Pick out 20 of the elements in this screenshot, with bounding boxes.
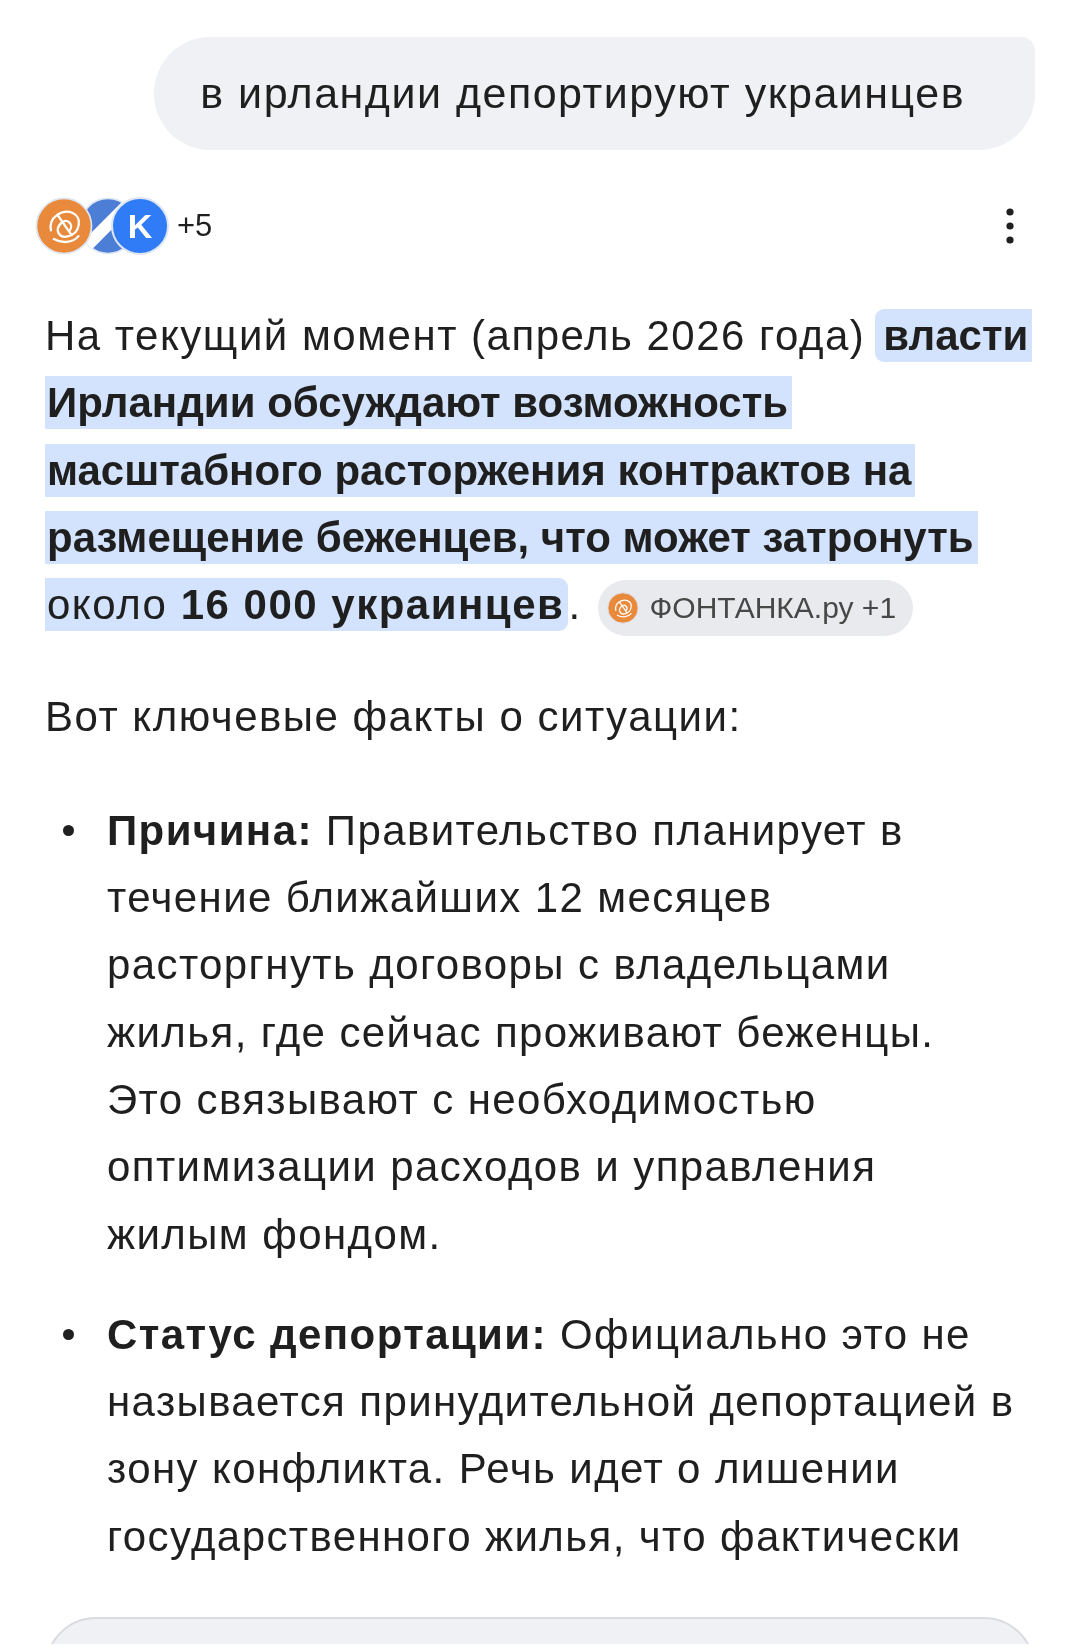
bullet-icon — [63, 824, 74, 836]
source-chip[interactable]: ФОНТАНКА.ру +1 — [597, 580, 914, 637]
swirl-logo-icon — [606, 592, 639, 625]
answer-text: . — [568, 581, 582, 629]
answer-text: На текущий момент (апрель 2026 года) — [45, 312, 866, 359]
letter-logo-icon: K — [111, 197, 169, 255]
highlighted-text: Ирландии обсуждают возможность — [45, 376, 793, 430]
bullet-text: Статус депортации: Официально это не называется принудительной депортацией в зону конфликта. Речь идет о лишении государственного жилья, что фактически — [107, 1309, 1016, 1562]
swirl-logo-icon — [35, 197, 93, 255]
highlighted-text: власти — [875, 309, 1033, 362]
query-bubble: в ирландии депортируют украинцев — [154, 37, 1035, 150]
highlighted-text: размещение беженцев, что может затронуть — [45, 510, 978, 564]
bullet-icon — [63, 1329, 74, 1340]
highlighted-text: масштабного расторжения контрактов на — [45, 443, 916, 497]
bullet-text: Причина: Правительство планирует в течение ближайших 12 месяцев расторгнуть договоры с владельцами жилья, где сейчас проживают беженцы. Это связывают с необходимостью оптимизации расходов и управления жилым фондом. — [107, 805, 936, 1260]
lead-text: Вот ключевые факты о ситуации: — [45, 692, 743, 743]
more-vert-icon — [1006, 208, 1014, 244]
sources-button[interactable]: K +5 — [35, 197, 213, 255]
highlighted-text: около 16 000 украинцев — [45, 578, 569, 632]
more-options-button[interactable] — [1006, 208, 1014, 244]
